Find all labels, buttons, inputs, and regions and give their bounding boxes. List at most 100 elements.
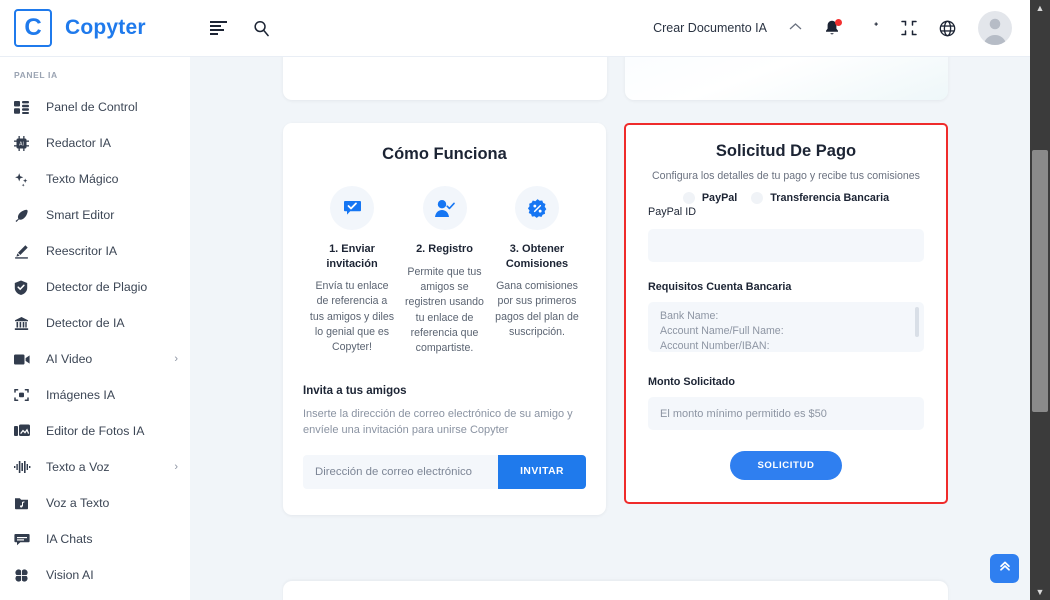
create-document-button[interactable]: Crear Documento IA [653,21,767,35]
waveform-icon [14,460,34,474]
bank-textarea-scrollbar[interactable] [915,307,919,337]
submit-payment-request-button[interactable]: SOLICITUD [730,451,842,480]
search-icon[interactable] [253,20,270,37]
sidebar-item-label: Texto a Voz [46,460,110,474]
photo-edit-icon [14,424,34,438]
brand-logo[interactable]: C Copyter [0,9,190,47]
pencil-icon [14,244,34,259]
sidebar: PANEL IA Panel de Control AI Redactor IA… [0,57,190,600]
scrollbar-up-arrow[interactable]: ▲ [1030,0,1050,16]
step-item: 3. Obtener Comisiones Gana comisiones po… [494,186,580,357]
sidebar-item-imagenes-ia[interactable]: Imágenes IA [0,377,190,413]
invite-email-input[interactable] [303,454,499,489]
globe-icon[interactable] [939,20,956,37]
sparkles-icon [14,172,34,187]
sidebar-section-label: PANEL IA [14,70,58,80]
sidebar-item-redactor-ia[interactable]: AI Redactor IA [0,125,190,161]
invite-button[interactable]: INVITAR [498,454,586,489]
percent-badge-icon [515,186,559,230]
payment-method-bank-transfer[interactable]: Transferencia Bancaria [751,192,889,204]
sidebar-item-label: Editor de Fotos IA [46,424,145,438]
moon-icon[interactable] [862,20,879,37]
step-item: 2. Registro Permite que tus amigos se re… [402,186,488,357]
payment-method-label: Transferencia Bancaria [770,192,890,204]
bank-requirements-label: Requisitos Cuenta Bancaria [648,281,792,293]
chat-check-icon [330,186,374,230]
scrollbar-down-arrow[interactable]: ▼ [1030,584,1050,600]
how-it-works-card: Cómo Funciona 1. Enviar invitación Envía… [283,123,606,515]
paypal-id-input[interactable] [648,229,924,262]
bottom-card [283,581,948,600]
sidebar-item-label: AI Video [46,352,93,366]
step-title: 2. Registro [416,243,473,255]
shield-check-icon [14,280,34,295]
bell-icon[interactable] [824,18,842,37]
payment-method-paypal[interactable]: PayPal [682,192,737,204]
sidebar-item-ia-chats[interactable]: IA Chats [0,521,190,557]
paypal-id-label: PayPal ID [648,206,697,218]
list-menu-icon[interactable] [210,20,227,36]
how-it-works-steps: 1. Enviar invitación Envía tu enlace de … [303,186,586,357]
top-bar: C Copyter Crear Documento IA [0,0,1030,57]
sidebar-item-editor-de-fotos-ia[interactable]: Editor de Fotos IA [0,413,190,449]
sidebar-item-voz-a-texto[interactable]: Voz a Texto [0,485,190,521]
sidebar-item-texto-magico[interactable]: Texto Mágico [0,161,190,197]
double-chevron-up-icon [998,559,1012,578]
page-scrollbar[interactable]: ▲ ▼ [1030,0,1050,600]
sidebar-item-smart-editor[interactable]: Smart Editor [0,197,190,233]
sidebar-item-detector-de-ia[interactable]: Detector de IA [0,305,190,341]
avatar[interactable] [978,11,1012,45]
invite-section-description: Inserte la dirección de correo electróni… [303,407,573,437]
dashboard-icon [14,100,34,114]
sidebar-item-label: Redactor IA [46,136,111,150]
payment-request-card: Solicitud De Pago Configura los detalles… [624,123,948,504]
bank-requirements-textarea[interactable]: Bank Name: Account Name/Full Name: Accou… [648,302,924,352]
compress-icon[interactable] [901,20,917,36]
main-content: mas Compra Cómo Funciona 1. Enviar invit… [190,57,1030,600]
sidebar-item-label: Reescritor IA [46,244,118,258]
scrollbar-thumb[interactable] [1032,150,1048,412]
step-title: 3. Obtener Comisiones [505,243,569,270]
payment-method-radios: PayPal Transferencia Bancaria [648,192,924,204]
top-bar-right-icons: Crear Documento IA [653,11,1030,45]
sidebar-item-reescritor-ia[interactable]: Reescritor IA [0,233,190,269]
sidebar-item-vision-ai[interactable]: Vision AI [0,557,190,593]
top-card-left[interactable] [283,57,607,100]
chevron-right-icon: › [174,353,178,365]
step-description: Envía tu enlace de referencia a tus amig… [309,280,395,354]
top-summary-cards: mas Compra [283,57,948,100]
invite-form: INVITAR [303,454,586,489]
logo-icon: C [14,9,52,47]
sidebar-item-label: Vision AI [46,568,94,582]
chevron-right-icon: › [174,461,178,473]
sidebar-item-label: IA Chats [46,532,93,546]
svg-text:AI: AI [19,141,24,147]
brain-icon [14,568,34,583]
sidebar-item-texto-a-voz[interactable]: Texto a Voz › [0,449,190,485]
radio-icon[interactable] [751,192,764,204]
sidebar-item-label: Detector de Plagio [46,280,148,294]
sidebar-item-detector-de-plagio[interactable]: Detector de Plagio [0,269,190,305]
amount-label: Monto Solicitado [648,376,735,388]
video-camera-icon [14,354,34,365]
sidebar-item-ai-video[interactable]: AI Video › [0,341,190,377]
payment-request-subtitle: Configura los detalles de tu pago y reci… [652,170,920,182]
scroll-to-top-button[interactable] [990,554,1019,583]
step-title: 1. Enviar invitación [326,243,378,270]
step-item: 1. Enviar invitación Envía tu enlace de … [309,186,395,357]
payment-request-wrapper: Solicitud De Pago Configura los detalles… [624,123,948,504]
sidebar-item-label: Imágenes IA [46,388,116,402]
chat-icon [14,533,34,546]
chevron-up-icon[interactable] [789,22,802,34]
radio-icon[interactable] [682,192,695,204]
sidebar-item-panel-de-control[interactable]: Panel de Control [0,89,190,125]
step-description: Gana comisiones por sus primeros pagos d… [495,280,579,339]
bank-detector-icon [14,316,34,331]
sidebar-item-label: Smart Editor [46,208,115,222]
notification-badge [835,18,842,26]
top-card-right[interactable]: mas Compra [624,57,948,100]
top-bar-left-icons [210,20,270,37]
sidebar-item-label: Voz a Texto [46,496,110,510]
amount-input[interactable] [648,397,924,430]
app-root: C Copyter Crear Documento IA PANEL IA Pa… [0,0,1050,600]
